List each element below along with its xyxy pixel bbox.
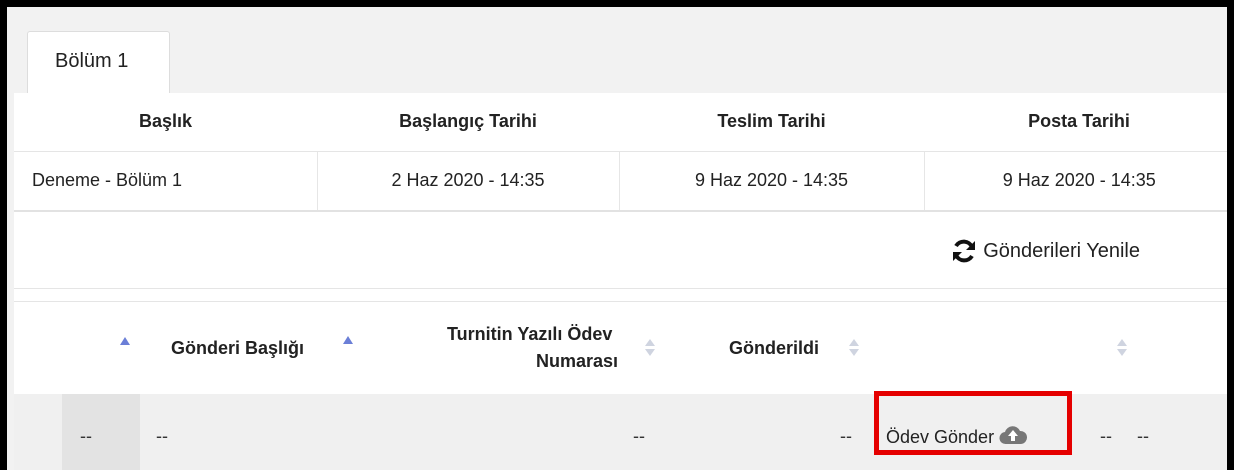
refresh-label: Gönderileri Yenile [983,239,1140,262]
submit-assignment-label: Ödev Gönder [886,427,995,447]
cell-due-date: 9 Haz 2020 - 14:35 [619,151,925,212]
refresh-icon [951,239,977,263]
info-row: Deneme - Bölüm 1 2 Haz 2020 - 14:35 9 Ha… [14,151,1227,212]
sort-asc-icon[interactable] [343,336,353,344]
cell-post-date: 9 Haz 2020 - 14:35 [924,151,1227,212]
sort-icon[interactable] [849,339,859,359]
cloud-upload-icon [998,424,1028,451]
sort-icon[interactable] [645,339,655,359]
sort-asc-icon[interactable] [120,337,130,345]
submit-assignment-button[interactable]: Ödev Gönder [886,424,1028,451]
cell-paper-id: -- [633,426,645,446]
submission-row: -- -- -- -- Ödev Gönder -- -- [14,391,1227,470]
sort-icon[interactable] [1117,339,1127,359]
tab-section-1[interactable]: Bölüm 1 [27,31,170,93]
header-submitted[interactable]: Gönderildi [729,338,819,359]
page-frame: Bölüm 1 Başlık Başlangıç Tarihi Teslim T… [0,0,1234,470]
tab-label: Bölüm 1 [55,50,129,72]
header-due-date: Teslim Tarihi [619,93,924,152]
header-start-date: Başlangıç Tarihi [317,93,619,152]
header-submission-title[interactable]: Gönderi Başlığı [171,338,304,359]
header-title: Başlık [14,93,317,152]
header-paper-id-line1[interactable]: Turnitin Yazılı Ödev [447,324,612,345]
header-post-date: Posta Tarihi [924,93,1227,152]
assignment-info-table: Başlık Başlangıç Tarihi Teslim Tarihi Po… [14,93,1227,212]
info-header-row: Başlık Başlangıç Tarihi Teslim Tarihi Po… [14,93,1227,152]
cell-start-date: 2 Haz 2020 - 14:35 [317,151,620,212]
cell-extra-2: -- [1137,426,1149,446]
assignment-panel: Başlık Başlangıç Tarihi Teslim Tarihi Po… [14,93,1227,470]
cell-c0: -- [80,426,92,446]
submissions-header-row: Gönderi Başlığı Turnitin Yazılı Ödev Num… [14,302,1227,394]
cell-submitted: -- [840,426,852,446]
cell-extra-1: -- [1100,426,1112,446]
cell-submission-title: -- [156,426,168,446]
refresh-submissions-button[interactable]: Gönderileri Yenile [951,239,1140,263]
refresh-bar: Gönderileri Yenile [14,213,1227,289]
header-paper-id-line2[interactable]: Numarası [536,351,618,372]
row-checkbox-cell [62,394,140,470]
cell-title: Deneme - Bölüm 1 [14,151,318,212]
